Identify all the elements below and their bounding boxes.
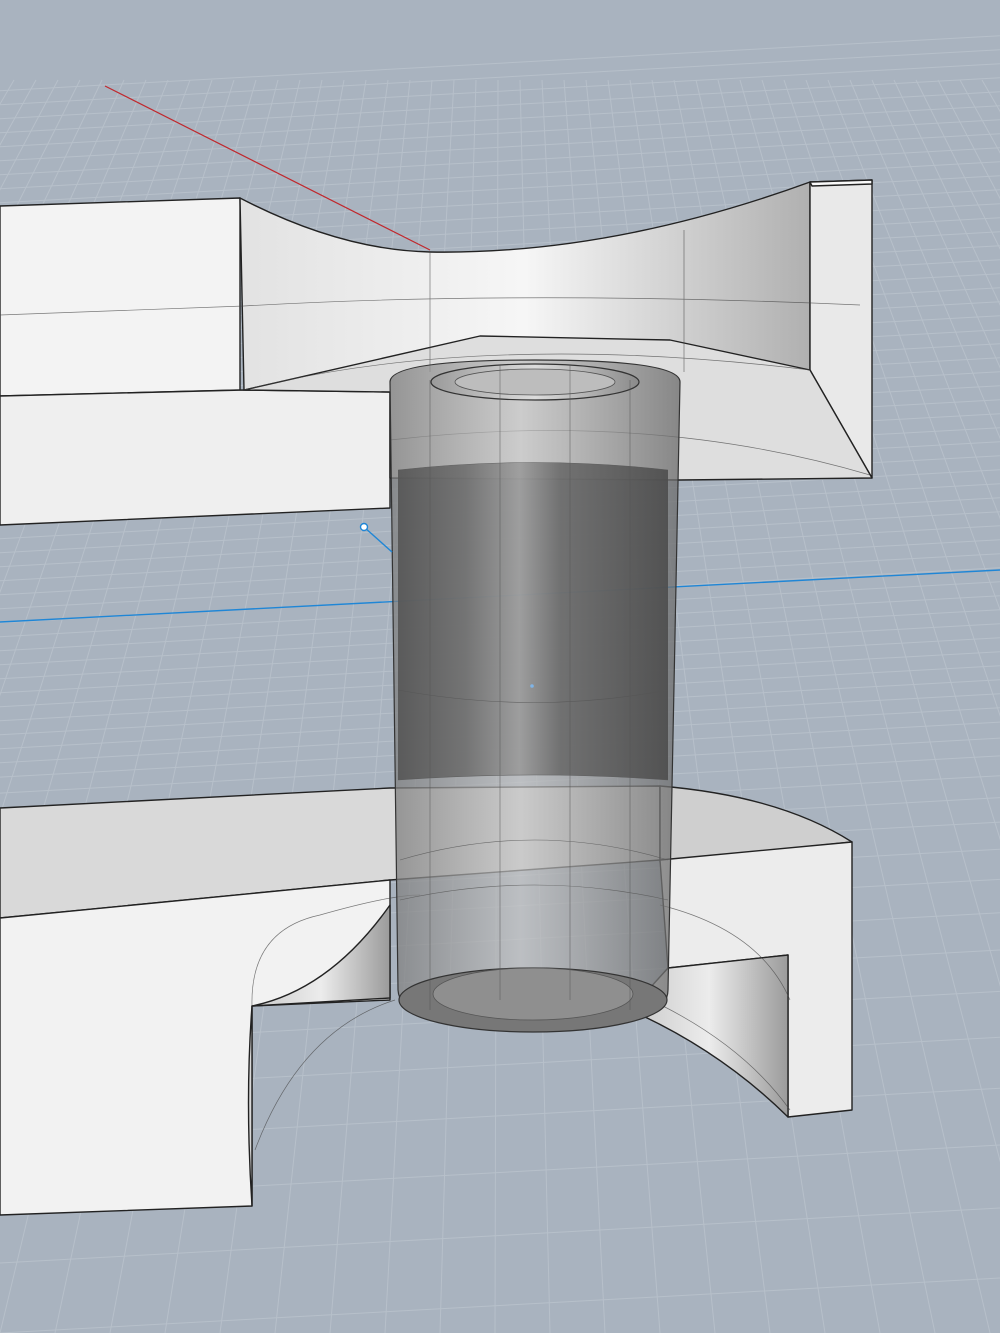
tube-sleeve[interactable] — [389, 359, 681, 1033]
grid-line — [0, 105, 1000, 162]
grid-line — [0, 63, 1000, 120]
grid-line — [0, 91, 1000, 148]
3d-viewport[interactable] — [0, 0, 1000, 1333]
grid-line — [0, 35, 1000, 92]
gumball-handle[interactable] — [359, 522, 393, 553]
object-center-point — [530, 684, 534, 688]
grid-line — [893, 79, 1000, 306]
grid-line — [0, 119, 1000, 176]
grid-line — [0, 49, 1000, 106]
grid-line — [0, 1277, 1000, 1333]
grid-line — [871, 79, 1000, 369]
grid-line — [0, 1207, 1000, 1264]
